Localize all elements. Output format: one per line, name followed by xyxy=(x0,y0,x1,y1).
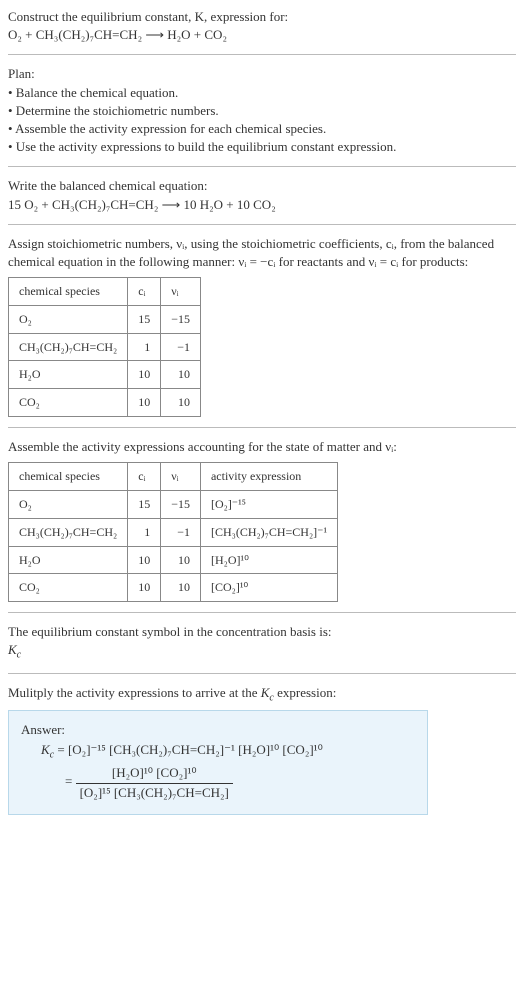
intro-text: Construct the equilibrium constant, K, e… xyxy=(8,8,516,26)
divider xyxy=(8,673,516,674)
symbol-kc: Kc xyxy=(8,642,21,657)
answer-fraction: [H₂O]¹⁰ [CO₂]¹⁰ [O₂]¹⁵ [CH₃(CH₂)₇CH=CH₂] xyxy=(76,764,233,801)
cell-v: −1 xyxy=(161,518,201,546)
fraction-denominator: [O₂]¹⁵ [CH₃(CH₂)₇CH=CH₂] xyxy=(76,784,233,802)
divider xyxy=(8,224,516,225)
table-row: H₂O1010[H₂O]¹⁰ xyxy=(9,546,338,574)
answer-box: Answer: Kc = [O₂]⁻¹⁵ [CH₃(CH₂)₇CH=CH₂]⁻¹… xyxy=(8,710,428,815)
cell-species: O₂ xyxy=(9,491,128,519)
balanced-equation: 15 O₂ + CH₃(CH₂)₇CH=CH₂ ⟶ 10 H₂O + 10 CO… xyxy=(8,196,516,214)
col-activity: activity expression xyxy=(200,463,337,491)
cell-c: 15 xyxy=(128,305,161,333)
plan-heading: Plan: xyxy=(8,65,516,83)
eq-prefix: = xyxy=(65,774,76,789)
fraction-numerator: [H₂O]¹⁰ [CO₂]¹⁰ xyxy=(76,764,233,783)
plan-item: • Use the activity expressions to build … xyxy=(8,138,516,156)
table-header-row: chemical species cᵢ νᵢ xyxy=(9,278,201,306)
cell-c: 1 xyxy=(128,518,161,546)
cell-v: 10 xyxy=(161,574,201,602)
symbol-section: The equilibrium constant symbol in the c… xyxy=(8,623,516,663)
activity-table: chemical species cᵢ νᵢ activity expressi… xyxy=(8,462,338,602)
plan-item: • Assemble the activity expression for e… xyxy=(8,120,516,138)
col-v: νᵢ xyxy=(161,278,201,306)
divider xyxy=(8,612,516,613)
divider xyxy=(8,54,516,55)
answer-label: Answer: xyxy=(21,721,415,739)
cell-c: 15 xyxy=(128,491,161,519)
intro-equation: O₂ + CH₃(CH₂)₇CH=CH₂ ⟶ H₂O + CO₂ xyxy=(8,26,516,44)
cell-species: H₂O xyxy=(9,546,128,574)
divider xyxy=(8,427,516,428)
cell-v: −1 xyxy=(161,333,201,361)
cell-activity: [O₂]⁻¹⁵ xyxy=(200,491,337,519)
answer-line2: = [H₂O]¹⁰ [CO₂]¹⁰ [O₂]¹⁵ [CH₃(CH₂)₇CH=CH… xyxy=(41,764,415,801)
cell-v: 10 xyxy=(161,361,201,389)
col-c: cᵢ xyxy=(128,278,161,306)
cell-species: CH₃(CH₂)₇CH=CH₂ xyxy=(9,518,128,546)
multiply-section: Mulitply the activity expressions to arr… xyxy=(8,684,516,815)
cell-activity: [H₂O]¹⁰ xyxy=(200,546,337,574)
plan-item: • Balance the chemical equation. xyxy=(8,84,516,102)
table-row: H₂O1010 xyxy=(9,361,201,389)
cell-activity: [CH₃(CH₂)₇CH=CH₂]⁻¹ xyxy=(200,518,337,546)
cell-species: H₂O xyxy=(9,361,128,389)
activity-text: Assemble the activity expressions accoun… xyxy=(8,438,516,456)
table-row: CO₂1010 xyxy=(9,389,201,417)
plan-item: • Determine the stoichiometric numbers. xyxy=(8,102,516,120)
table-row: CH₃(CH₂)₇CH=CH₂1−1 xyxy=(9,333,201,361)
multiply-text: Mulitply the activity expressions to arr… xyxy=(8,684,516,706)
stoich-text: Assign stoichiometric numbers, νᵢ, using… xyxy=(8,235,516,271)
cell-species: CO₂ xyxy=(9,389,128,417)
divider xyxy=(8,166,516,167)
table-row: O₂15−15 xyxy=(9,305,201,333)
col-species: chemical species xyxy=(9,278,128,306)
stoich-table: chemical species cᵢ νᵢ O₂15−15 CH₃(CH₂)₇… xyxy=(8,277,201,417)
cell-v: −15 xyxy=(161,491,201,519)
stoich-section: Assign stoichiometric numbers, νᵢ, using… xyxy=(8,235,516,417)
cell-v: −15 xyxy=(161,305,201,333)
cell-activity: [CO₂]¹⁰ xyxy=(200,574,337,602)
answer-line1-rhs: [O₂]⁻¹⁵ [CH₃(CH₂)₇CH=CH₂]⁻¹ [H₂O]¹⁰ [CO₂… xyxy=(68,742,323,757)
cell-v: 10 xyxy=(161,389,201,417)
activity-section: Assemble the activity expressions accoun… xyxy=(8,438,516,602)
cell-v: 10 xyxy=(161,546,201,574)
cell-c: 10 xyxy=(128,361,161,389)
answer-line1: Kc = [O₂]⁻¹⁵ [CH₃(CH₂)₇CH=CH₂]⁻¹ [H₂O]¹⁰… xyxy=(41,741,415,763)
col-v: νᵢ xyxy=(161,463,201,491)
table-row: CO₂1010[CO₂]¹⁰ xyxy=(9,574,338,602)
balanced-section: Write the balanced chemical equation: 15… xyxy=(8,177,516,213)
cell-species: CO₂ xyxy=(9,574,128,602)
cell-c: 10 xyxy=(128,574,161,602)
table-row: O₂15−15[O₂]⁻¹⁵ xyxy=(9,491,338,519)
cell-c: 1 xyxy=(128,333,161,361)
cell-species: CH₃(CH₂)₇CH=CH₂ xyxy=(9,333,128,361)
plan: Plan: • Balance the chemical equation. •… xyxy=(8,65,516,156)
table-header-row: chemical species cᵢ νᵢ activity expressi… xyxy=(9,463,338,491)
cell-c: 10 xyxy=(128,546,161,574)
symbol-text: The equilibrium constant symbol in the c… xyxy=(8,623,516,641)
table-row: CH₃(CH₂)₇CH=CH₂1−1[CH₃(CH₂)₇CH=CH₂]⁻¹ xyxy=(9,518,338,546)
balanced-heading: Write the balanced chemical equation: xyxy=(8,177,516,195)
intro: Construct the equilibrium constant, K, e… xyxy=(8,8,516,44)
cell-species: O₂ xyxy=(9,305,128,333)
cell-c: 10 xyxy=(128,389,161,417)
col-species: chemical species xyxy=(9,463,128,491)
col-c: cᵢ xyxy=(128,463,161,491)
